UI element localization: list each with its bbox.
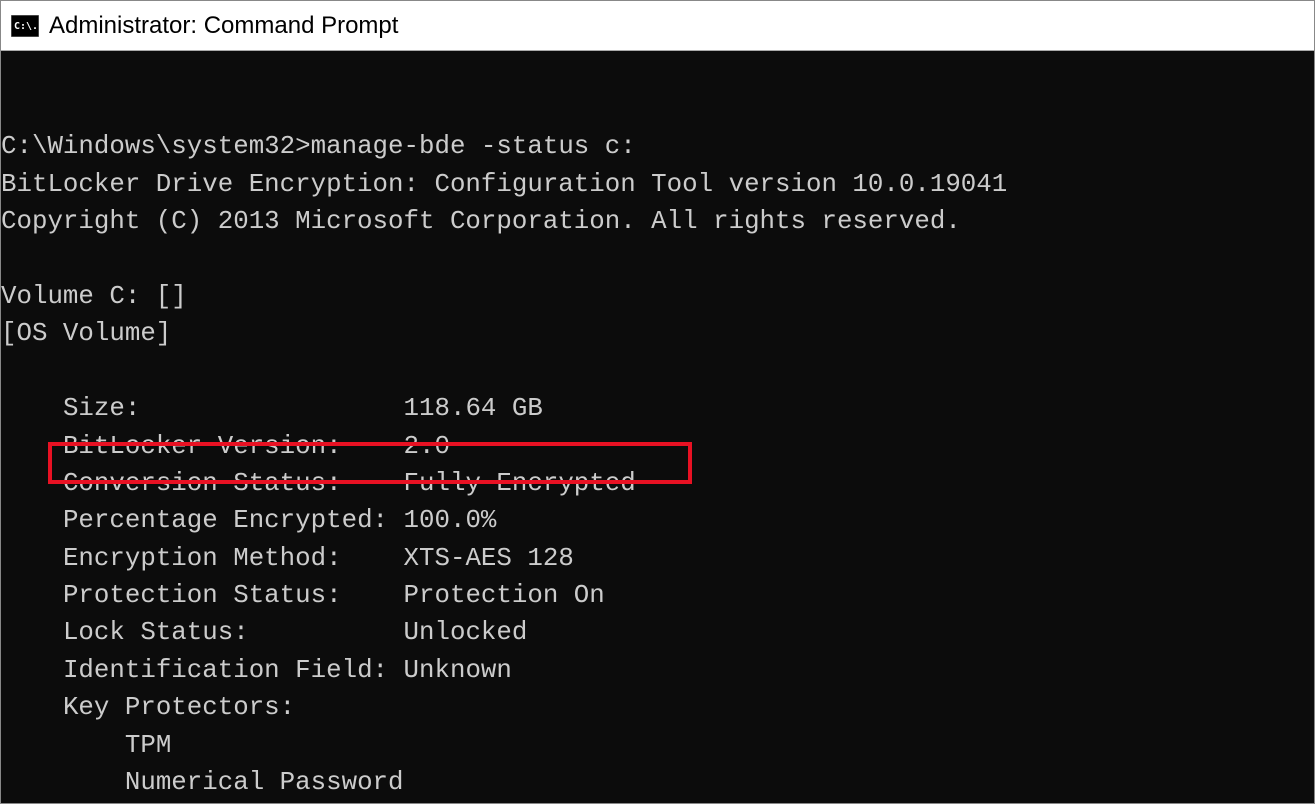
cmd-icon: C:\. — [11, 15, 39, 37]
key-protector-item: Numerical Password — [125, 768, 404, 797]
prompt: C:\Windows\system32> — [1, 132, 311, 161]
terminal-area[interactable]: C:\Windows\system32>manage-bde -status c… — [1, 51, 1314, 803]
window-title: Administrator: Command Prompt — [49, 12, 398, 40]
volume-line: Volume C: [] — [1, 282, 187, 311]
bitlocker-version-value: 2.0 — [404, 432, 450, 461]
percentage-encrypted-label: Percentage Encrypted: — [63, 506, 388, 535]
conversion-status-value: Fully Encrypted — [404, 469, 636, 498]
header-line-2: Copyright (C) 2013 Microsoft Corporation… — [1, 207, 961, 236]
protection-status-value: Protection On — [404, 581, 605, 610]
command: manage-bde -status c: — [311, 132, 636, 161]
svg-text:C:\.: C:\. — [14, 21, 38, 32]
identification-field-label: Identification Field: — [63, 656, 388, 685]
encryption-method-value: XTS-AES 128 — [404, 544, 574, 573]
identification-field-value: Unknown — [404, 656, 512, 685]
conversion-status-label: Conversion Status: — [63, 469, 388, 498]
encryption-method-label: Encryption Method: — [63, 544, 388, 573]
title-bar: C:\. Administrator: Command Prompt — [1, 1, 1314, 51]
size-label: Size: — [63, 394, 388, 423]
key-protector-item: TPM — [125, 731, 171, 760]
protection-status-label: Protection Status: — [63, 581, 388, 610]
bitlocker-version-label: BitLocker Version: — [63, 432, 388, 461]
lock-status-value: Unlocked — [404, 618, 528, 647]
volume-type: [OS Volume] — [1, 319, 171, 348]
lock-status-label: Lock Status: — [63, 618, 388, 647]
header-line-1: BitLocker Drive Encryption: Configuratio… — [1, 170, 1007, 199]
key-protectors-label: Key Protectors: — [63, 693, 295, 722]
percentage-encrypted-value: 100.0% — [404, 506, 497, 535]
size-value: 118.64 GB — [404, 394, 543, 423]
